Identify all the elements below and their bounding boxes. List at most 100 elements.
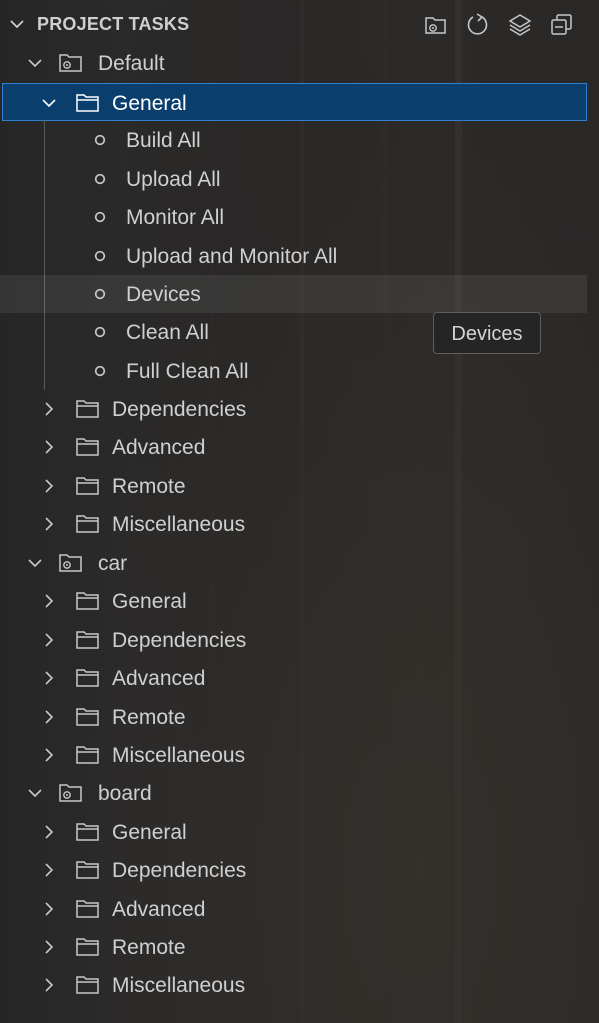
project-folder-icon [58,782,84,804]
chevron-right-icon[interactable] [40,515,58,533]
panel-header[interactable]: PROJECT TASKS [0,0,599,48]
task-item[interactable]: Upload All [0,160,599,198]
folder-remote[interactable]: Remote [0,698,599,736]
task-circle-icon [94,173,106,185]
task-circle-icon [94,288,106,300]
folder-label: Remote [112,936,186,959]
folder-label: Miscellaneous [112,744,246,767]
chevron-right-icon[interactable] [40,900,58,918]
folder-miscellaneous[interactable]: Miscellaneous [0,505,599,543]
chevron-down-icon[interactable] [6,13,28,35]
chevron-right-icon[interactable] [40,976,58,994]
chevron-right-icon[interactable] [40,592,58,610]
chevron-right-icon[interactable] [40,669,58,687]
project-car[interactable]: car [0,544,599,582]
folder-label: Advanced [112,436,206,459]
folder-icon [75,974,101,996]
chevron-right-icon[interactable] [40,708,58,726]
folder-icon [75,475,101,497]
task-circle-icon [94,365,106,377]
folder-icon [75,436,101,458]
chevron-right-icon[interactable] [40,823,58,841]
folder-icon [75,859,101,881]
task-label: Monitor All [126,206,225,229]
project-label: board [98,782,152,805]
task-item[interactable]: Upload and Monitor All [0,237,599,275]
folder-icon [75,590,101,612]
folder-advanced[interactable]: Advanced [0,659,599,697]
folder-icon [75,706,101,728]
chevron-right-icon[interactable] [40,477,58,495]
layers-icon[interactable] [507,12,533,38]
folder-general[interactable]: General [0,813,599,851]
folder-icon [75,513,101,535]
chevron-right-icon[interactable] [40,400,58,418]
chevron-right-icon[interactable] [40,938,58,956]
folder-icon [75,936,101,958]
project-folder-icon [58,52,84,74]
folder-label: General [112,821,187,844]
folder-label: Advanced [112,898,206,921]
folder-label: Dependencies [112,629,247,652]
task-label: Devices [126,283,201,306]
chevron-down-icon[interactable] [26,554,44,572]
folder-label: Miscellaneous [112,513,246,536]
folder-icon [75,821,101,843]
project-label: car [98,552,128,575]
refresh-icon[interactable] [465,12,491,38]
task-label: Build All [126,129,201,152]
task-circle-icon [94,326,106,338]
folder-icon [75,667,101,689]
folder-remote[interactable]: Remote [0,467,599,505]
task-label: Upload and Monitor All [126,245,338,268]
task-label: Clean All [126,321,209,344]
chevron-right-icon[interactable] [40,438,58,456]
folder-dependencies[interactable]: Dependencies [0,851,599,889]
folder-miscellaneous[interactable]: Miscellaneous [0,736,599,774]
folder-label: General [112,590,187,613]
task-item[interactable]: Monitor All [0,198,599,236]
new-folder-icon[interactable] [423,12,449,38]
folder-label: Advanced [112,667,206,690]
chevron-right-icon[interactable] [40,746,58,764]
project-label: Default [98,52,165,75]
folder-label: General [112,92,187,115]
task-item[interactable]: Build All [0,121,599,159]
folder-general[interactable]: General [0,582,599,620]
folder-icon [75,898,101,920]
task-label: Full Clean All [126,360,249,383]
folder-label: Dependencies [112,398,247,421]
folder-miscellaneous[interactable]: Miscellaneous [0,966,599,1004]
task-circle-icon [94,211,106,223]
folder-icon [75,744,101,766]
chevron-down-icon[interactable] [26,784,44,802]
folder-dependencies[interactable]: Dependencies [0,621,599,659]
chevron-right-icon[interactable] [40,631,58,649]
panel-title: PROJECT TASKS [37,14,190,34]
folder-label: Miscellaneous [112,974,246,997]
folder-general[interactable]: General [2,83,587,121]
chevron-down-icon[interactable] [40,94,58,112]
folder-label: Dependencies [112,859,247,882]
project-board[interactable]: board [0,774,599,812]
folder-icon [75,629,101,651]
task-item[interactable]: Full Clean All [0,352,599,390]
chevron-down-icon[interactable] [26,54,44,72]
task-item-hovered[interactable]: Devices [0,275,587,313]
folder-remote[interactable]: Remote [0,928,599,966]
chevron-right-icon[interactable] [40,861,58,879]
folder-advanced[interactable]: Advanced [0,428,599,466]
task-circle-icon [94,134,106,146]
task-label: Upload All [126,168,221,191]
folder-dependencies[interactable]: Dependencies [0,390,599,428]
collapse-all-icon[interactable] [549,12,575,38]
folder-advanced[interactable]: Advanced [0,890,599,928]
folder-icon [75,92,101,114]
folder-icon [75,398,101,420]
folder-label: Remote [112,475,186,498]
task-circle-icon [94,250,106,262]
folder-label: Remote [112,706,186,729]
project-folder-icon [58,552,84,574]
tooltip: Devices [433,312,541,354]
project-default[interactable]: Default [0,44,599,82]
